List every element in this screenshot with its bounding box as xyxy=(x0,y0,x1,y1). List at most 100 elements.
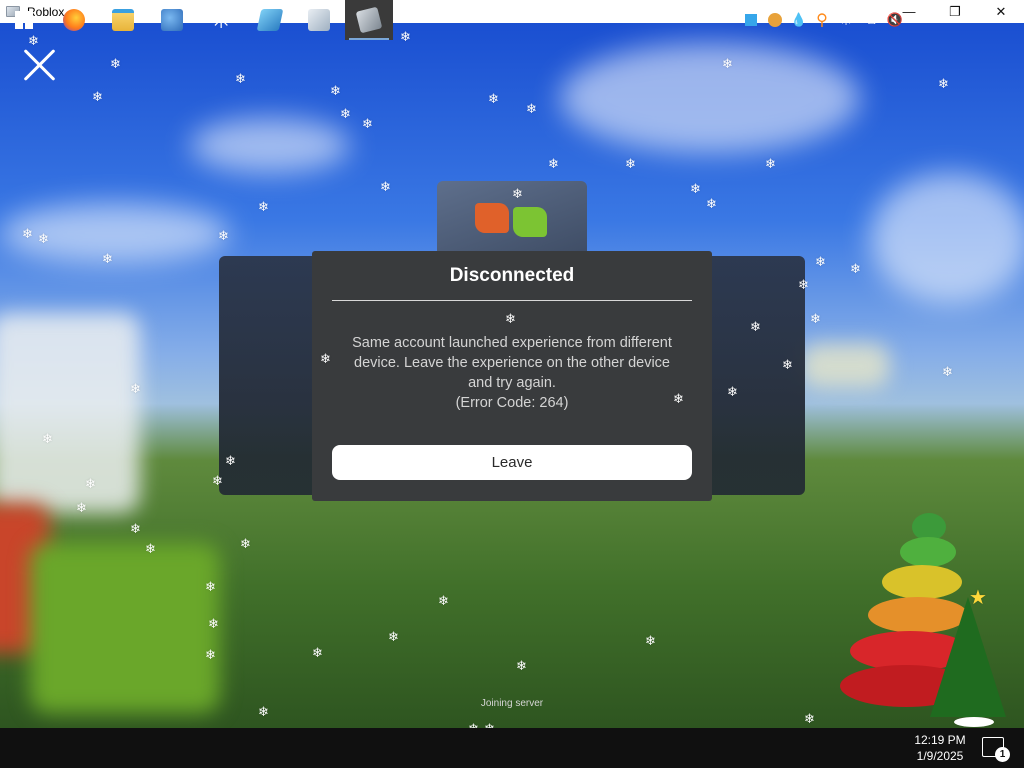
taskbar-file-explorer[interactable] xyxy=(99,0,147,40)
snowflake-icon: ❄ xyxy=(38,232,49,247)
control-panel-icon xyxy=(308,9,330,31)
snowflake-icon: ❄ xyxy=(690,182,701,197)
notification-count: 1 xyxy=(995,747,1010,762)
snowflake-icon: ❄ xyxy=(804,712,815,727)
snowflake-icon: ❄ xyxy=(205,580,216,595)
start-button[interactable] xyxy=(0,0,48,40)
network-icon[interactable]: ⧉ xyxy=(860,0,882,40)
system-clock[interactable]: 12:19 PM 1/9/2025 xyxy=(906,732,974,764)
snowflake-icon: ❄ xyxy=(505,312,516,327)
snowflake-icon: ❄ xyxy=(258,200,269,215)
snowflake-icon: ❄ xyxy=(548,157,559,172)
taskbar-firefox[interactable] xyxy=(50,0,98,40)
snowflake-icon: ❄ xyxy=(706,197,717,212)
snowflake-icon: ❄ xyxy=(645,634,656,649)
snowflake-icon: ❄ xyxy=(102,252,113,267)
snowflake-icon: ❄ xyxy=(42,432,53,447)
close-game-icon[interactable] xyxy=(22,47,58,83)
snowflake-icon: ❄ xyxy=(438,594,449,609)
christmas-tree-decoration: ★ xyxy=(822,485,1022,727)
background-cloud xyxy=(190,118,350,173)
clock-time: 12:19 PM xyxy=(914,733,966,747)
taskbar-monitor-app[interactable] xyxy=(246,0,294,40)
background-blur-shape xyxy=(30,543,220,713)
message-line: Same account launched experience from di… xyxy=(352,335,672,351)
roblox-icon xyxy=(355,6,383,34)
snowflake-icon: ❄ xyxy=(362,117,373,132)
snowflake-icon: ❄ xyxy=(380,180,391,195)
snowflake-icon: ❄ xyxy=(782,358,793,373)
snowflake-icon: ❄ xyxy=(240,537,251,552)
snowflake-icon: ❄ xyxy=(727,385,738,400)
asterisk-icon: ✳ xyxy=(210,6,232,34)
snowflake-icon: ❄ xyxy=(526,102,537,117)
snowflake-icon: ❄ xyxy=(938,77,949,92)
star-icon: ★ xyxy=(969,585,987,609)
monitor-icon xyxy=(256,9,284,31)
dialog-divider xyxy=(332,300,692,301)
taskbar-roblox[interactable] xyxy=(345,0,393,40)
window-controls: — ❐ ✕ xyxy=(886,0,1024,23)
snowflake-icon: ❄ xyxy=(92,90,103,105)
snowflake-icon: ❄ xyxy=(130,382,141,397)
restore-button[interactable]: ❐ xyxy=(932,0,978,23)
disconnected-dialog: Disconnected Same account launched exper… xyxy=(312,251,712,501)
background-cloud xyxy=(870,173,1024,303)
taskbar-people[interactable] xyxy=(148,0,196,40)
game-viewport: Disconnected Same account launched exper… xyxy=(0,23,1024,728)
snowflake-icon: ❄ xyxy=(340,107,351,122)
background-blur-shape xyxy=(800,343,890,388)
tray-search-icon[interactable]: ⚲ xyxy=(812,0,832,40)
snowflake-icon: ❄ xyxy=(22,227,33,242)
snowflake-icon: ❄ xyxy=(145,542,156,557)
snowflake-icon: ❄ xyxy=(400,30,411,45)
snowflake-icon: ❄ xyxy=(258,705,269,720)
snowflake-icon: ❄ xyxy=(810,312,821,327)
close-window-button[interactable]: ✕ xyxy=(978,0,1024,23)
taskbar-control-panel[interactable] xyxy=(295,0,343,40)
snowflake-icon: ❄ xyxy=(488,92,499,107)
snowflake-icon: ❄ xyxy=(76,501,87,516)
snowflake-icon: ❄ xyxy=(765,157,776,172)
snowflake-icon: ❄ xyxy=(208,617,219,632)
taskbar-asterisk-app[interactable]: ✳ xyxy=(197,0,245,40)
snowflake-icon: ❄ xyxy=(330,84,341,99)
windows-start-icon xyxy=(15,11,33,29)
snowflake-icon: ❄ xyxy=(516,659,527,674)
tray-droplet-icon[interactable]: 💧 xyxy=(790,0,808,40)
snowflake-icon: ❄ xyxy=(212,474,223,489)
tray-asterisk-icon[interactable]: ✳ xyxy=(836,0,856,40)
dialog-message: Same account launched experience from di… xyxy=(332,333,692,413)
dialog-title: Disconnected xyxy=(449,265,575,286)
snowflake-icon: ❄ xyxy=(815,255,826,270)
snowflake-icon: ❄ xyxy=(205,648,216,663)
snowflake-icon: ❄ xyxy=(722,57,733,72)
taskbar xyxy=(0,728,1024,768)
background-cloud xyxy=(560,43,860,153)
snowflake-icon: ❄ xyxy=(625,157,636,172)
error-code: (Error Code: 264) xyxy=(455,395,569,411)
background-cloud xyxy=(0,203,230,263)
notification-center-icon[interactable]: 1 xyxy=(982,737,1010,762)
snowflake-icon: ❄ xyxy=(850,262,861,277)
tray-app-icon[interactable] xyxy=(742,0,760,40)
tray-security-icon[interactable] xyxy=(764,0,786,40)
snowflake-icon: ❄ xyxy=(218,229,229,244)
folder-icon xyxy=(112,9,134,31)
snowflake-icon: ❄ xyxy=(312,646,323,661)
message-line: and try again. xyxy=(468,375,556,391)
snowflake-icon: ❄ xyxy=(750,320,761,335)
snowflake-icon: ❄ xyxy=(942,365,953,380)
people-icon xyxy=(161,9,183,31)
snowflake-icon: ❄ xyxy=(512,187,523,202)
leave-button[interactable]: Leave xyxy=(332,445,692,480)
firefox-icon xyxy=(63,9,85,31)
background-blur-shape xyxy=(0,313,140,513)
snowflake-icon: ❄ xyxy=(110,57,121,72)
message-line: device. Leave the experience on the othe… xyxy=(354,355,670,371)
snowflake-icon: ❄ xyxy=(320,352,331,367)
snowflake-icon: ❄ xyxy=(673,392,684,407)
volume-muted-icon[interactable]: 🔇 xyxy=(884,0,906,40)
snowflake-icon: ❄ xyxy=(798,278,809,293)
snowflake-icon: ❄ xyxy=(388,630,399,645)
